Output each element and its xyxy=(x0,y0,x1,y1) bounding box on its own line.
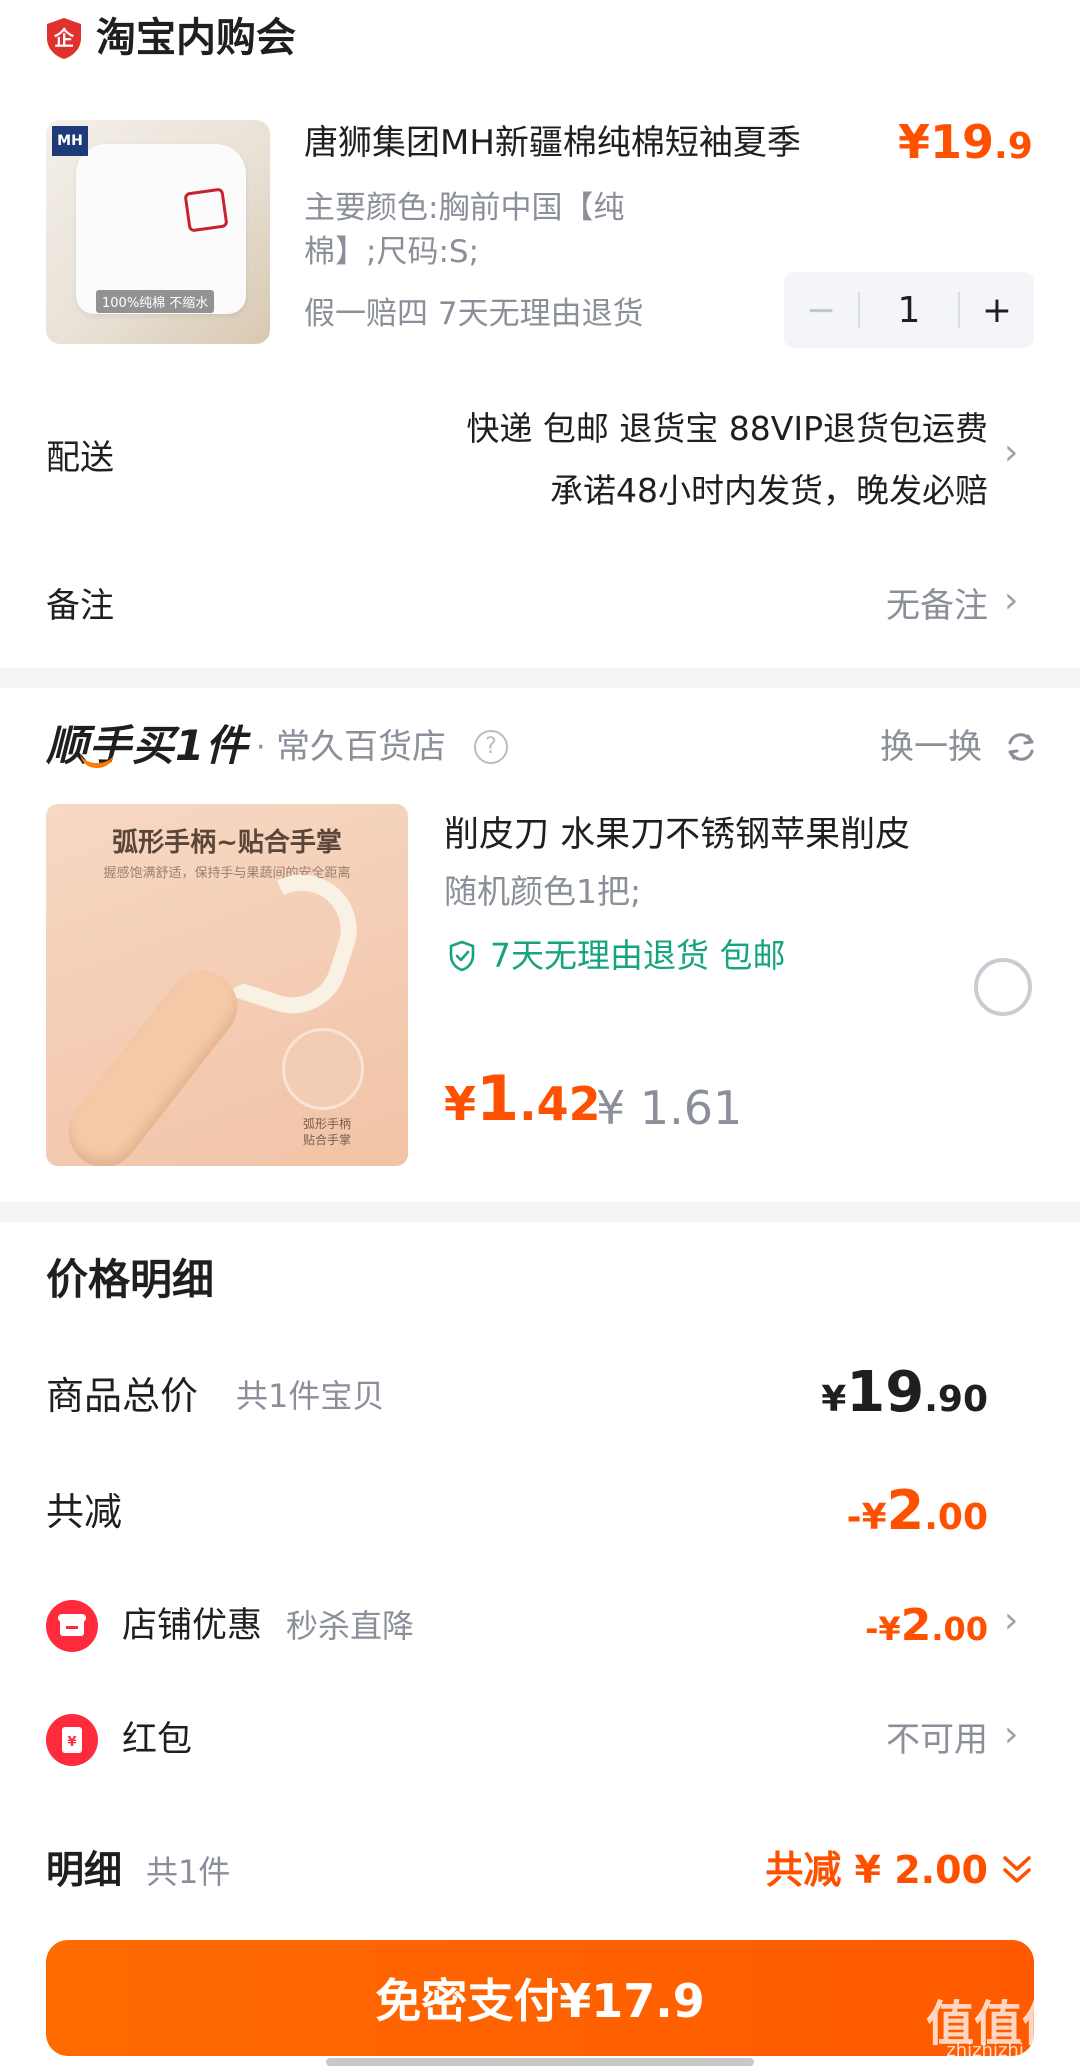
envelope-icon: ¥ xyxy=(62,1727,82,1753)
decrease-button[interactable]: − xyxy=(784,290,858,331)
image-caption: 弧形手柄~贴合手掌 xyxy=(112,828,342,858)
addon-price-int: 1 xyxy=(476,1062,520,1135)
addon-service: 7天无理由退货 包邮 xyxy=(490,936,786,975)
remark-chevron-icon[interactable]: › xyxy=(1004,580,1018,621)
increase-button[interactable]: + xyxy=(960,290,1034,331)
addon-price-dec: .42 xyxy=(519,1077,601,1131)
red-packet-value[interactable]: 不可用 xyxy=(886,1712,988,1768)
product-price: ¥19.9 xyxy=(898,112,1033,177)
home-indicator[interactable] xyxy=(326,2058,754,2066)
discount-dec: .00 xyxy=(924,1497,988,1538)
brand-logo: MH xyxy=(52,126,88,156)
addon-dot: · xyxy=(256,730,266,765)
svg-text:¥: ¥ xyxy=(67,1735,76,1750)
total-dec: .90 xyxy=(924,1379,988,1420)
peeler-handle xyxy=(54,956,252,1166)
image-tag: 100%纯棉 不缩水 xyxy=(96,290,215,313)
discount-label: 共减 xyxy=(46,1490,123,1534)
swap-button[interactable]: 换一换 xyxy=(880,722,982,772)
price-detail-title: 价格明细 xyxy=(46,1255,215,1304)
delivery-line-1: 快递 包邮 退货宝 88VIP退货包运费 xyxy=(466,409,988,448)
store-name[interactable]: 淘宝内购会 xyxy=(96,12,296,64)
tshirt-image xyxy=(76,144,246,314)
price-int: 19 xyxy=(930,115,995,169)
image-subcaption: 握感饱满舒适，保持手与果蔬间的安全距离 xyxy=(103,866,351,881)
sku-line-1: 主要颜色:胸前中国【纯 xyxy=(304,190,625,226)
product-services: 假一赔四 7天无理由退货 xyxy=(304,296,644,332)
svg-text:企: 企 xyxy=(53,26,75,50)
red-packet-icon: ¥ xyxy=(46,1714,98,1766)
store-shield-logo-icon: 企 xyxy=(47,18,81,59)
shop-int: 2 xyxy=(900,1600,932,1651)
delivery-label: 配送 xyxy=(46,438,114,478)
delivery-chevron-icon[interactable]: › xyxy=(1004,432,1018,473)
product-title[interactable]: 唐狮集团MH新疆棉纯棉短袖夏季 xyxy=(304,118,864,168)
red-packet-label: 红包 xyxy=(122,1720,193,1760)
store-icon xyxy=(58,1614,86,1636)
summary-sub: 共1件 xyxy=(146,1853,231,1891)
addon-price-symbol: ¥ xyxy=(444,1077,477,1131)
addon-store-name[interactable]: 常久百货店 xyxy=(276,722,446,772)
product-image[interactable]: MH 100%纯棉 不缩水 xyxy=(46,120,270,344)
discount-prefix: -¥ xyxy=(846,1497,887,1538)
remark-label: 备注 xyxy=(46,586,114,626)
shop-discount-sub: 秒杀直降 xyxy=(286,1607,415,1645)
discount-int: 2 xyxy=(886,1479,925,1542)
shop-discount-amount[interactable]: -¥2.00 xyxy=(865,1594,988,1661)
addon-product-title[interactable]: 削皮刀 水果刀不锈钢苹果削皮 xyxy=(444,810,910,860)
addon-product-sku: 随机颜色1把; xyxy=(444,872,642,911)
addon-price: ¥1.42 xyxy=(444,1064,601,1139)
quantity-value[interactable]: 1 xyxy=(860,290,958,331)
price-symbol: ¥ xyxy=(898,115,931,169)
total-symbol: ¥ xyxy=(821,1379,847,1420)
shield-check-icon xyxy=(449,940,475,972)
delivery-info[interactable]: 快递 包邮 退货宝 88VIP退货包运费 承诺48小时内发货，晚发必赔 xyxy=(466,398,988,522)
addon-select-radio[interactable] xyxy=(974,958,1032,1016)
shop-discount-chevron-icon[interactable]: › xyxy=(1004,1600,1018,1641)
total-label: 商品总价 xyxy=(46,1374,199,1418)
remark-value[interactable]: 无备注 xyxy=(886,582,988,630)
double-chevron-down-icon[interactable] xyxy=(1000,1852,1034,1888)
help-icon[interactable]: ? xyxy=(474,730,508,764)
detail-circle xyxy=(282,1028,364,1110)
shop-discount-icon xyxy=(46,1600,98,1652)
watermark-url: zhizhizhi.com xyxy=(946,2040,1068,2061)
peeler-blade xyxy=(223,860,371,1028)
refresh-icon[interactable] xyxy=(1004,730,1038,764)
shop-prefix: -¥ xyxy=(865,1610,901,1648)
pay-button[interactable]: 免密支付¥17.9 xyxy=(46,1940,1034,2056)
shop-discount-label: 店铺优惠 xyxy=(122,1606,263,1646)
price-dec: .9 xyxy=(994,126,1033,167)
delivery-line-2: 承诺48小时内发货，晚发必赔 xyxy=(550,471,988,510)
discount-amount: -¥2.00 xyxy=(847,1476,988,1553)
product-sku[interactable]: 主要颜色:胸前中国【纯 棉】;尺码:S; xyxy=(304,186,724,274)
section-divider xyxy=(0,668,1080,688)
section-divider xyxy=(0,1202,1080,1222)
quantity-stepper: − 1 + xyxy=(784,272,1034,348)
addon-original-price: ¥ 1.61 xyxy=(596,1081,743,1135)
total-sub: 共1件宝贝 xyxy=(236,1377,385,1415)
total-amount: ¥19.90 xyxy=(821,1358,988,1435)
addon-product-image[interactable]: 弧形手柄~贴合手掌 握感饱满舒适，保持手与果蔬间的安全距离 弧形手柄 贴合手掌 xyxy=(46,804,408,1166)
red-packet-chevron-icon[interactable]: › xyxy=(1004,1714,1018,1755)
shop-dec: .00 xyxy=(931,1610,988,1648)
sku-line-2: 棉】;尺码:S; xyxy=(304,234,480,270)
summary-label: 明细 xyxy=(46,1848,123,1892)
summary-value[interactable]: 共减 ¥ 2.00 xyxy=(765,1840,988,1900)
china-seal-print xyxy=(183,187,229,233)
total-int: 19 xyxy=(846,1360,925,1425)
circle-label: 弧形手柄 贴合手掌 xyxy=(302,1117,351,1147)
addon-title: 顺手买1件 xyxy=(46,721,249,770)
